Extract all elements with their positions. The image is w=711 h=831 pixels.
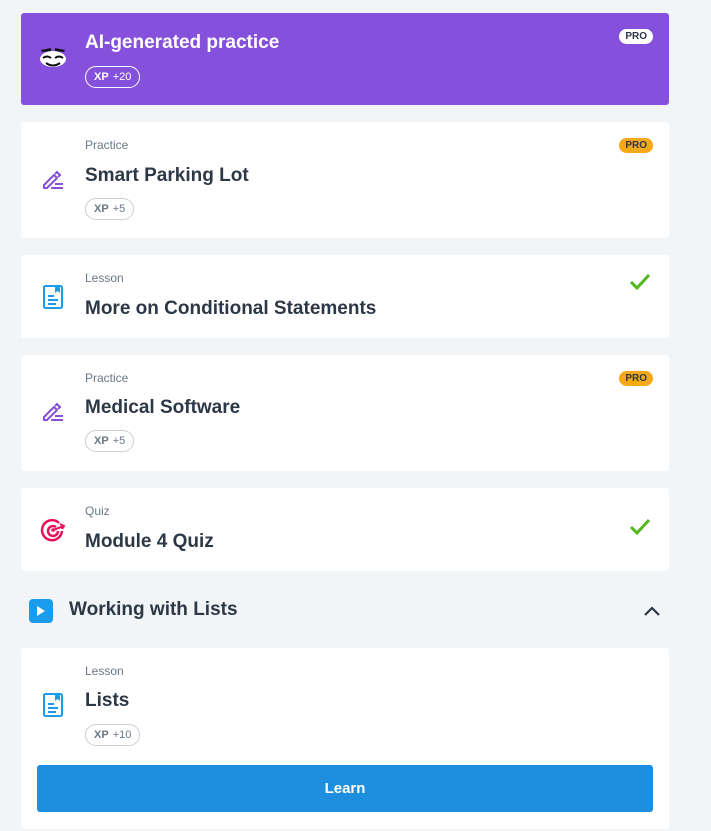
xp-badge: XP +5 [85, 198, 135, 220]
card-title: Medical Software [85, 397, 241, 418]
learn-button[interactable]: Learn [37, 765, 653, 812]
card-type-label: Lesson [85, 664, 124, 678]
pro-badge: PRO [619, 371, 653, 386]
practice-card[interactable]: Practice Smart Parking Lot XP +5 PRO [21, 122, 669, 238]
pro-badge: PRO [619, 138, 653, 153]
card-title: Lists [85, 690, 130, 711]
chevron-up-icon[interactable] [643, 602, 661, 620]
card-type-label: Lesson [85, 271, 124, 285]
xp-badge: XP +5 [85, 430, 135, 452]
module-section-header[interactable]: Working with Lists [21, 592, 669, 630]
lesson-doc-icon [39, 283, 67, 311]
card-type-label: Practice [85, 138, 129, 152]
play-icon [29, 599, 53, 623]
ai-practice-card[interactable]: AI-generated practice XP +20 PRO [21, 13, 669, 105]
card-type-label: Quiz [85, 504, 110, 518]
pencil-icon [39, 166, 67, 194]
checkmark-icon [629, 271, 651, 293]
xp-badge: XP +20 [85, 66, 141, 88]
ai-mascot-icon [38, 44, 68, 74]
checkmark-icon [629, 516, 651, 538]
target-icon [39, 516, 67, 544]
card-title: Module 4 Quiz [85, 531, 214, 552]
quiz-card[interactable]: Quiz Module 4 Quiz [21, 488, 669, 571]
lesson-card[interactable]: Lesson Lists XP +10 Learn [21, 648, 669, 829]
pro-badge: PRO [619, 29, 653, 44]
lesson-card[interactable]: Lesson More on Conditional Statements [21, 255, 669, 338]
card-type-label: Practice [85, 371, 129, 385]
practice-card[interactable]: Practice Medical Software XP +5 PRO [21, 355, 669, 471]
section-title: Working with Lists [69, 599, 238, 620]
card-title: More on Conditional Statements [85, 298, 377, 319]
pencil-icon [39, 398, 67, 426]
card-title: AI-generated practice [85, 32, 280, 53]
xp-badge: XP +10 [85, 724, 141, 746]
card-title: Smart Parking Lot [85, 165, 249, 186]
lesson-doc-icon [39, 691, 67, 719]
